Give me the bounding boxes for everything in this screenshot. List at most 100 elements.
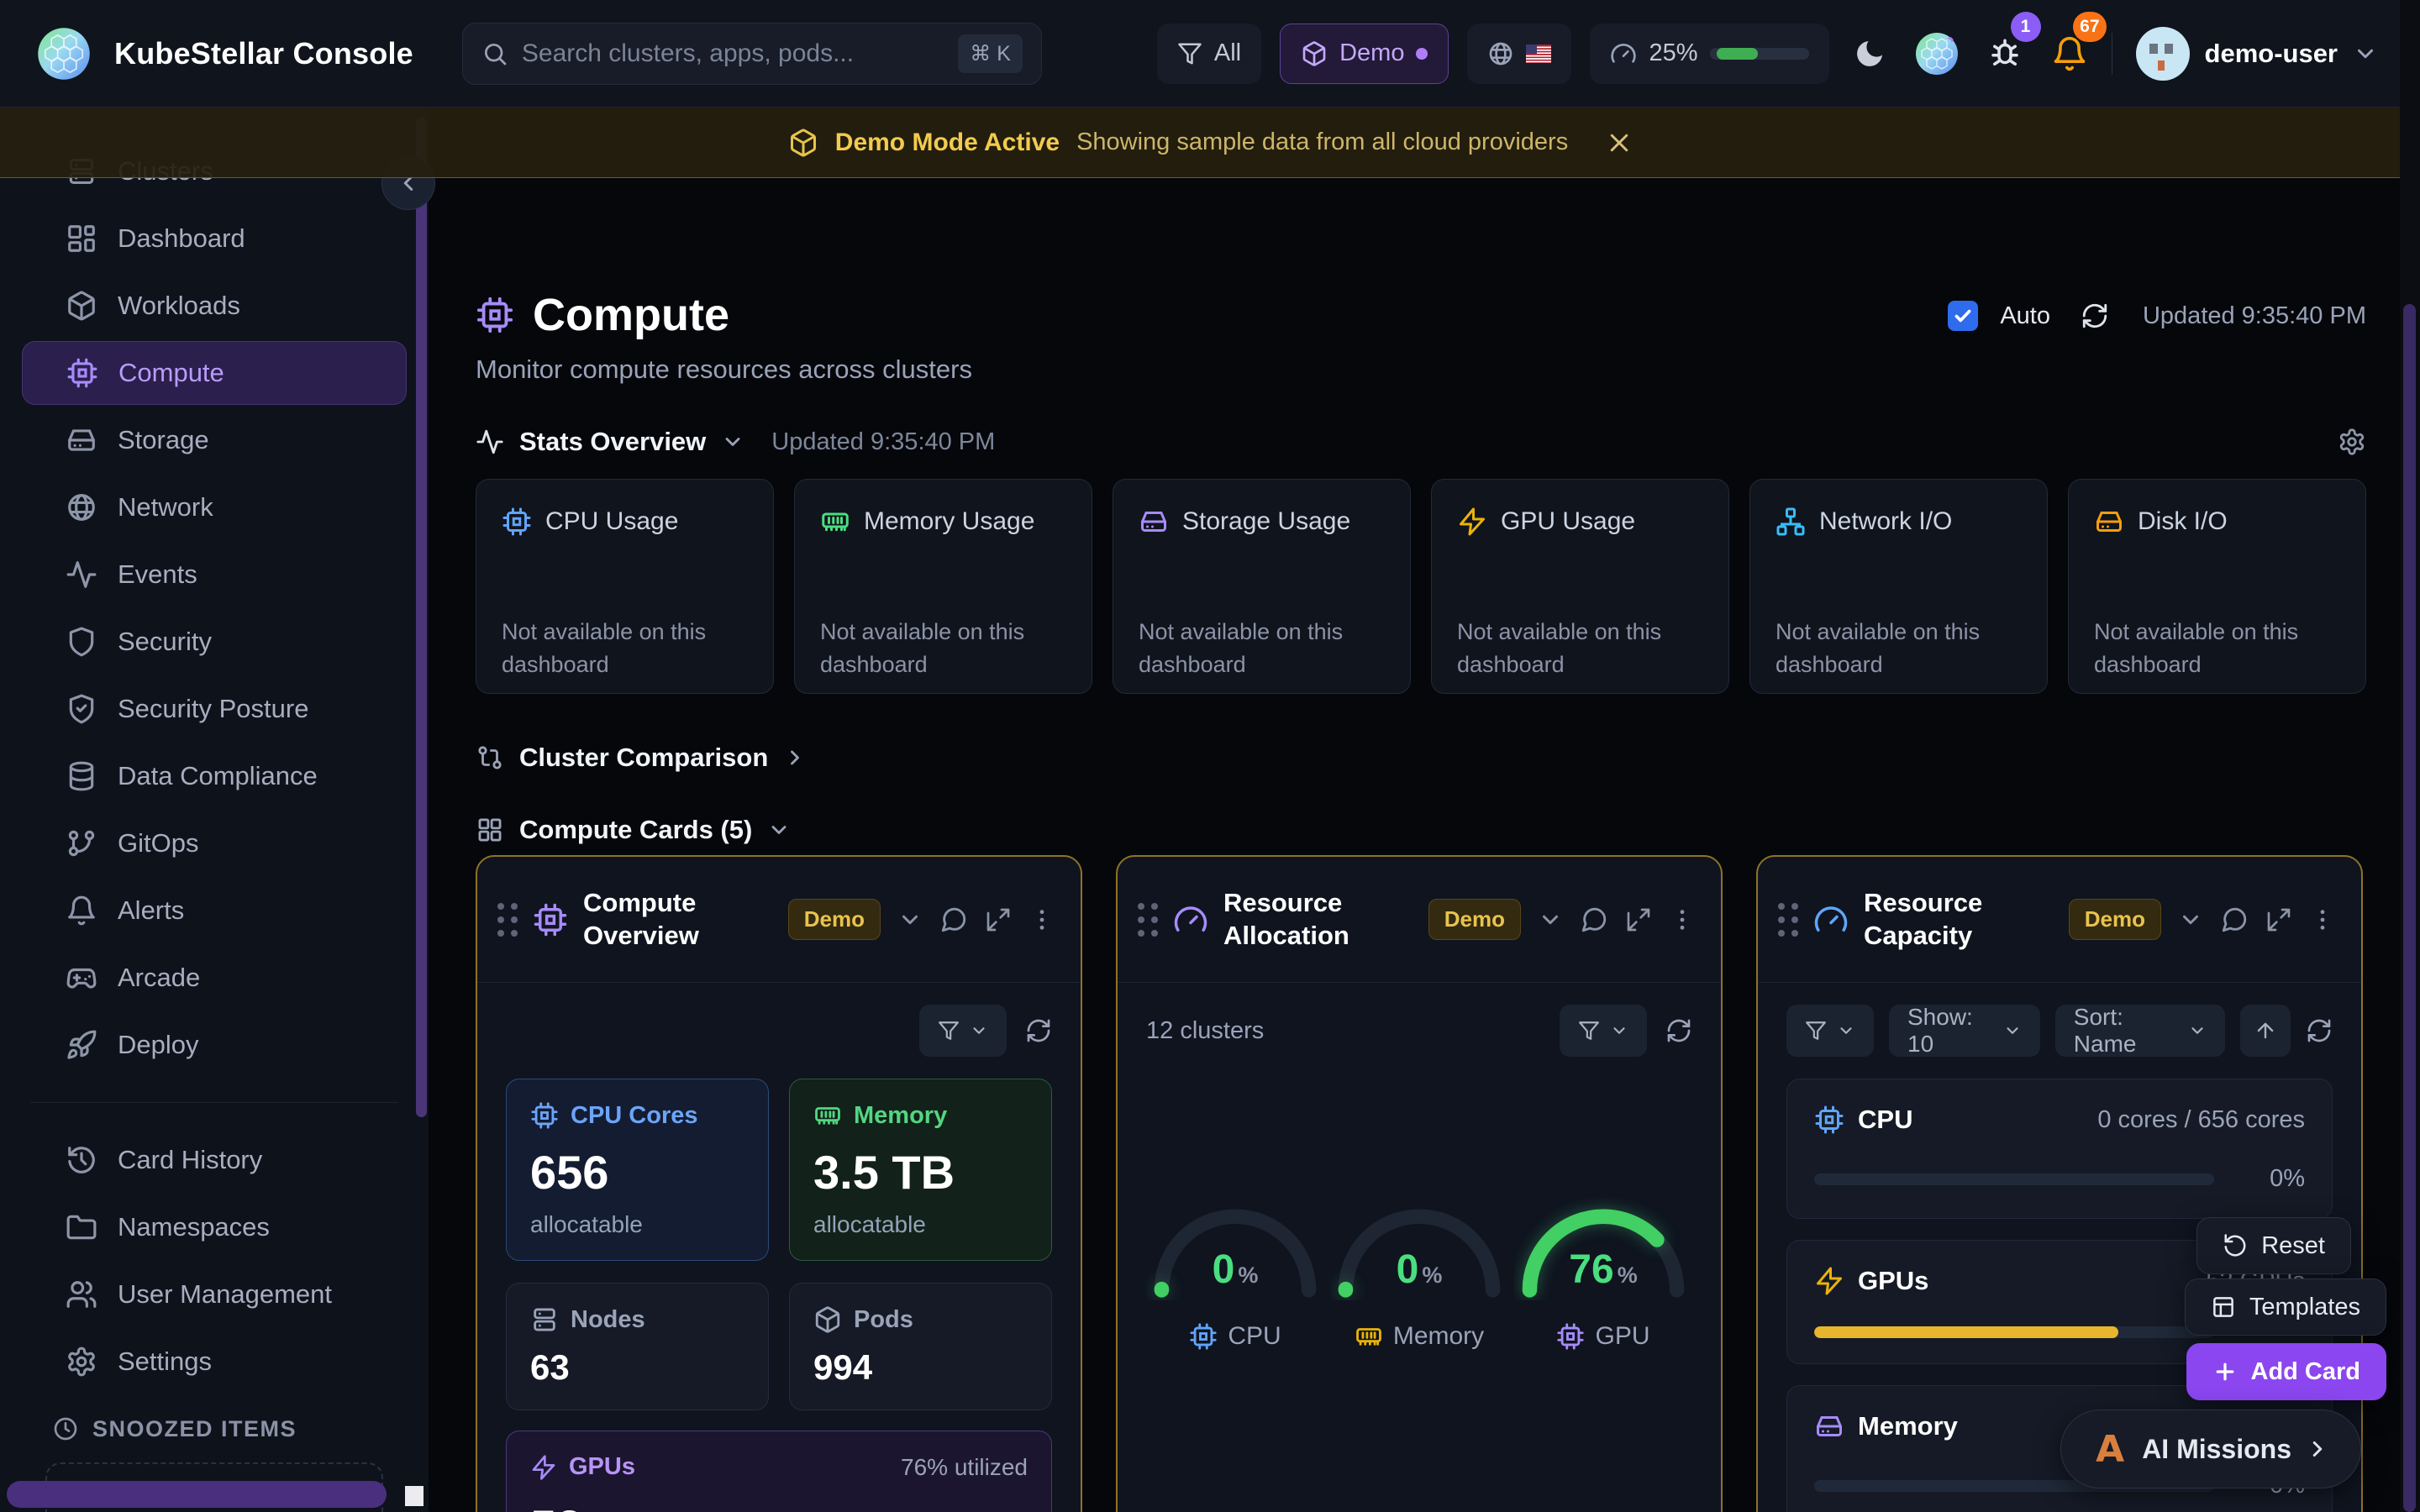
- tile-memory[interactable]: Memory 3.5 TB allocatable: [789, 1079, 1052, 1261]
- sidebar-item-workloads[interactable]: Workloads: [22, 274, 407, 338]
- sidebar-item-security-posture[interactable]: Security Posture: [22, 677, 407, 741]
- chevron-down-icon: [1837, 1021, 1855, 1040]
- notifications-button[interactable]: 67: [2046, 24, 2093, 84]
- capacity-value: 0 cores / 656 cores: [2097, 1106, 2305, 1134]
- sort-direction-button[interactable]: [2240, 1005, 2291, 1057]
- users-icon: [66, 1278, 97, 1310]
- stat-card-gpu-usage[interactable]: GPU Usage - Not available on this dashbo…: [1431, 479, 1729, 694]
- refresh-icon[interactable]: [1665, 1017, 1692, 1044]
- search-input[interactable]: [522, 39, 944, 68]
- stat-card-cpu-usage[interactable]: CPU Usage - Not available on this dashbo…: [476, 479, 774, 694]
- page-scrollbar-thumb[interactable]: [2403, 304, 2416, 1512]
- add-card-button[interactable]: Add Card: [2186, 1343, 2387, 1400]
- sidebar-scrollbar[interactable]: [416, 118, 427, 1117]
- sort-dropdown[interactable]: Sort: Name: [2055, 1005, 2225, 1057]
- demo-badge: Demo: [788, 899, 881, 940]
- filter-all-button[interactable]: All: [1157, 24, 1261, 84]
- sidebar-item-dashboard[interactable]: Dashboard: [22, 207, 407, 270]
- cluster-comparison-section[interactable]: Cluster Comparison: [476, 743, 2366, 773]
- user-menu[interactable]: demo-user: [2131, 24, 2383, 84]
- drag-handle-icon[interactable]: [1778, 903, 1798, 937]
- comment-icon[interactable]: [1580, 906, 1608, 934]
- zoom-control[interactable]: 25%: [1590, 24, 1828, 84]
- drag-handle-icon[interactable]: [497, 903, 518, 937]
- hard-drive-icon: [66, 424, 97, 456]
- sidebar-bottom-bar: [7, 1481, 387, 1508]
- page-scrollbar[interactable]: [2400, 0, 2420, 1512]
- tile-gpus[interactable]: GPUs 76% utilized 52 / 68 allocated: [506, 1431, 1052, 1512]
- stat-card-network-io[interactable]: Network I/O - Not available on this dash…: [1749, 479, 2048, 694]
- kebab-menu-icon[interactable]: [1669, 906, 1696, 933]
- sidebar-item-deploy[interactable]: Deploy: [22, 1013, 407, 1077]
- expand-icon[interactable]: [985, 906, 1012, 933]
- auto-refresh-checkbox[interactable]: [1948, 301, 1978, 331]
- globe-icon: [1487, 40, 1514, 67]
- sidebar-item-storage[interactable]: Storage: [22, 408, 407, 472]
- sidebar-item-compute[interactable]: Compute: [22, 341, 407, 405]
- capacity-row-cpu[interactable]: CPU 0 cores / 656 cores 0%: [1786, 1079, 2333, 1219]
- tile-nodes[interactable]: Nodes 63: [506, 1283, 769, 1410]
- tile-cpu-cores[interactable]: CPU Cores 656 allocatable: [506, 1079, 769, 1261]
- comment-icon[interactable]: [2220, 906, 2249, 934]
- sidebar-item-data-compliance[interactable]: Data Compliance: [22, 744, 407, 808]
- gamepad-icon: [66, 962, 97, 994]
- cpu-icon: [476, 296, 514, 334]
- sidebar-item-security[interactable]: Security: [22, 610, 407, 674]
- box-icon: [66, 290, 97, 322]
- assistant-button[interactable]: [1910, 24, 1964, 84]
- compute-cards-section[interactable]: Compute Cards (5): [476, 815, 2366, 845]
- global-search[interactable]: ⌘ K: [462, 23, 1042, 85]
- sidebar-item-arcade[interactable]: Arcade: [22, 946, 407, 1010]
- sidebar-item-card-history[interactable]: Card History: [22, 1128, 407, 1192]
- comment-icon[interactable]: [939, 906, 968, 934]
- cpu-icon: [530, 1101, 559, 1130]
- debug-button[interactable]: 1: [1982, 24, 2028, 84]
- sidebar-item-settings[interactable]: Settings: [22, 1330, 407, 1394]
- sidebar-item-alerts[interactable]: Alerts: [22, 879, 407, 942]
- close-icon[interactable]: [1607, 130, 1632, 155]
- show-count-dropdown[interactable]: Show: 10: [1889, 1005, 2040, 1057]
- sidebar-item-namespaces[interactable]: Namespaces: [22, 1195, 407, 1259]
- gear-icon[interactable]: [2338, 428, 2366, 456]
- rocket-icon: [66, 1029, 97, 1061]
- refresh-icon[interactable]: [1025, 1017, 1052, 1044]
- funnel-icon: [1578, 1020, 1600, 1042]
- chevron-down-icon[interactable]: [1538, 907, 1563, 932]
- stat-note: Not available on this dashboard: [502, 616, 748, 681]
- drag-handle-icon[interactable]: [1138, 903, 1158, 937]
- stat-card-memory-usage[interactable]: Memory Usage - Not available on this das…: [794, 479, 1092, 694]
- stats-overview-title[interactable]: Stats Overview: [519, 427, 706, 457]
- zoom-slider[interactable]: [1710, 48, 1809, 60]
- theme-toggle-button[interactable]: [1848, 24, 1891, 84]
- expand-icon[interactable]: [1625, 906, 1652, 933]
- demo-mode-button[interactable]: Demo: [1280, 24, 1449, 84]
- chevron-down-icon[interactable]: [2178, 907, 2203, 932]
- stat-card-storage-usage[interactable]: Storage Usage - Not available on this da…: [1113, 479, 1411, 694]
- chevron-down-icon[interactable]: [721, 430, 744, 454]
- snoozed-items-header: SNOOZED ITEMS: [0, 1415, 429, 1442]
- language-button[interactable]: [1467, 24, 1571, 84]
- kebab-menu-icon[interactable]: [2309, 906, 2336, 933]
- user-name: demo-user: [2205, 39, 2338, 69]
- sidebar-item-user-management[interactable]: User Management: [22, 1263, 407, 1326]
- filter-button[interactable]: [1786, 1005, 1874, 1057]
- sidebar-item-events[interactable]: Events: [22, 543, 407, 606]
- filter-button[interactable]: [1560, 1005, 1647, 1057]
- filter-button[interactable]: [919, 1005, 1007, 1057]
- chevron-down-icon[interactable]: [897, 907, 923, 932]
- ai-missions-button[interactable]: A AI Missions: [2060, 1410, 2361, 1488]
- templates-button[interactable]: Templates: [2185, 1278, 2386, 1336]
- kebab-menu-icon[interactable]: [1028, 906, 1055, 933]
- tile-pods[interactable]: Pods 994: [789, 1283, 1052, 1410]
- stats-updated: Updated 9:35:40 PM: [771, 428, 995, 456]
- expand-icon[interactable]: [2265, 906, 2292, 933]
- stat-card-disk-io[interactable]: Disk I/O - Not available on this dashboa…: [2068, 479, 2366, 694]
- gauge-memory: 0% Memory: [1330, 1198, 1508, 1351]
- refresh-icon[interactable]: [2081, 302, 2109, 330]
- reset-button[interactable]: Reset: [2196, 1217, 2351, 1274]
- zap-icon: [1457, 507, 1487, 537]
- memory-icon: [820, 507, 850, 537]
- sidebar-item-gitops[interactable]: GitOps: [22, 811, 407, 875]
- sidebar-item-network[interactable]: Network: [22, 475, 407, 539]
- refresh-icon[interactable]: [2306, 1017, 2333, 1044]
